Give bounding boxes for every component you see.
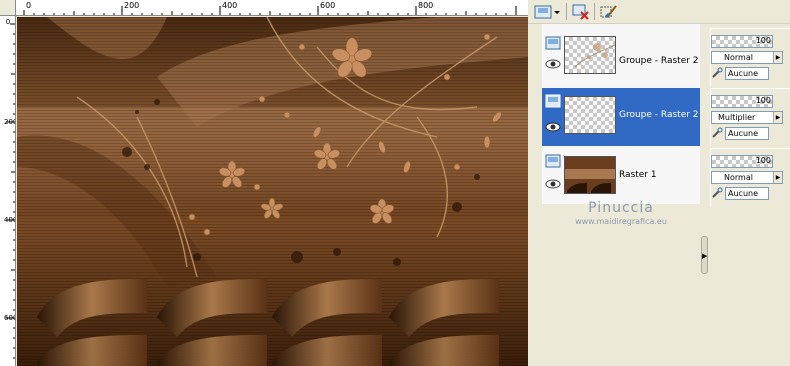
ruler-label-text: 400 bbox=[4, 216, 15, 224]
dropdown-arrow-icon: ▶ bbox=[773, 172, 782, 183]
brush-icon bbox=[600, 5, 617, 19]
ruler-label: 200 bbox=[4, 118, 15, 126]
opacity-value: 100 bbox=[755, 96, 771, 105]
ruler-label: 0 bbox=[26, 1, 32, 10]
opacity-value: 100 bbox=[755, 36, 771, 45]
dropdown-arrow-icon: ▶ bbox=[773, 52, 782, 63]
delete-layer-icon bbox=[572, 4, 589, 20]
link-group-value: Aucune bbox=[728, 69, 759, 78]
new-layer-icon bbox=[534, 5, 560, 19]
blend-mode-value: Multiplier bbox=[718, 113, 756, 122]
layer-thumbnail bbox=[564, 156, 616, 194]
opacity-slider[interactable]: 100 bbox=[711, 35, 773, 48]
raster-layer-icon bbox=[545, 36, 561, 50]
blend-mode-select[interactable]: Normal ▶ bbox=[711, 51, 783, 64]
canvas-area: 0 200 400 600 800 0 200 400 600 bbox=[0, 0, 528, 366]
layer-thumbnail bbox=[564, 36, 616, 74]
raster-layer-icon bbox=[545, 94, 561, 108]
link-icon bbox=[712, 187, 723, 198]
raster-layer-icon bbox=[545, 154, 561, 168]
paint-shop-window: 0 200 400 600 800 0 200 400 600 bbox=[0, 0, 790, 366]
ruler-label: 600 bbox=[4, 314, 15, 322]
canvas-image[interactable] bbox=[17, 17, 528, 366]
watermark-name: Pinuccia bbox=[588, 200, 654, 216]
ruler-label: 0 bbox=[5, 18, 11, 26]
blend-mode-select[interactable]: Normal ▶ bbox=[711, 171, 783, 184]
eye-icon[interactable] bbox=[545, 58, 561, 70]
ruler-label: 200 bbox=[124, 1, 140, 10]
ruler-horizontal: 0 200 400 600 800 bbox=[16, 0, 528, 16]
ruler-label: 600 bbox=[320, 1, 336, 10]
ruler-label: 400 bbox=[222, 1, 238, 10]
edit-button[interactable] bbox=[598, 2, 620, 22]
ruler-vertical: 0 200 400 600 bbox=[0, 16, 16, 366]
layer-props-0: 100 Normal ▶ Aucune bbox=[710, 28, 790, 86]
link-icon bbox=[712, 67, 723, 78]
blend-mode-value: Normal bbox=[724, 173, 753, 182]
ruler-label-text: 600 bbox=[4, 314, 15, 322]
layer-row[interactable]: Raster 1 bbox=[542, 148, 700, 206]
toolbar-separator bbox=[566, 3, 567, 20]
toolbar-separator bbox=[594, 3, 595, 20]
layer-name: Groupe - Raster 2 bbox=[619, 56, 699, 66]
delete-layer-button[interactable] bbox=[570, 2, 592, 22]
new-layer-button[interactable] bbox=[532, 2, 562, 22]
layers-list: Groupe - Raster 2 Groupe - Raster 2 Rast… bbox=[542, 24, 700, 204]
link-group-select[interactable]: Aucune bbox=[725, 67, 769, 80]
ruler-label: 800 bbox=[418, 1, 434, 10]
layer-thumbnail bbox=[564, 96, 616, 134]
ruler-label: 400 bbox=[4, 216, 15, 224]
link-group-value: Aucune bbox=[728, 129, 759, 138]
watermark: Pinuccia www.maidiregrafica.eu bbox=[542, 200, 700, 226]
layer-props-2: 100 Normal ▶ Aucune bbox=[710, 148, 790, 206]
ruler-label-text: 200 bbox=[4, 118, 15, 126]
opacity-value: 100 bbox=[755, 156, 771, 165]
expand-arrow-icon[interactable]: ▶ bbox=[702, 252, 707, 260]
layer-name: Raster 1 bbox=[619, 170, 657, 180]
layers-palette: Groupe - Raster 2 Groupe - Raster 2 Rast… bbox=[528, 0, 790, 366]
layers-toolbar bbox=[528, 0, 790, 24]
layer-props-1: 100 Multiplier ▶ Aucune bbox=[710, 88, 790, 146]
panel-splitter[interactable] bbox=[700, 24, 708, 366]
link-group-value: Aucune bbox=[728, 189, 759, 198]
blend-mode-select[interactable]: Multiplier ▶ bbox=[711, 111, 783, 124]
layer-row-selected[interactable]: Groupe - Raster 2 bbox=[542, 88, 700, 146]
layer-name: Groupe - Raster 2 bbox=[619, 110, 699, 120]
link-icon bbox=[712, 127, 723, 138]
dropdown-arrow-icon: ▶ bbox=[773, 112, 782, 123]
link-group-select[interactable]: Aucune bbox=[725, 187, 769, 200]
watermark-url: www.maidiregrafica.eu bbox=[575, 217, 667, 226]
eye-icon[interactable] bbox=[545, 121, 561, 133]
layer-row[interactable]: Groupe - Raster 2 bbox=[542, 30, 700, 88]
opacity-slider[interactable]: 100 bbox=[711, 95, 773, 108]
opacity-slider[interactable]: 100 bbox=[711, 155, 773, 168]
ruler-corner bbox=[0, 0, 16, 16]
link-group-select[interactable]: Aucune bbox=[725, 127, 769, 140]
eye-icon[interactable] bbox=[545, 178, 561, 190]
blend-mode-value: Normal bbox=[724, 53, 753, 62]
